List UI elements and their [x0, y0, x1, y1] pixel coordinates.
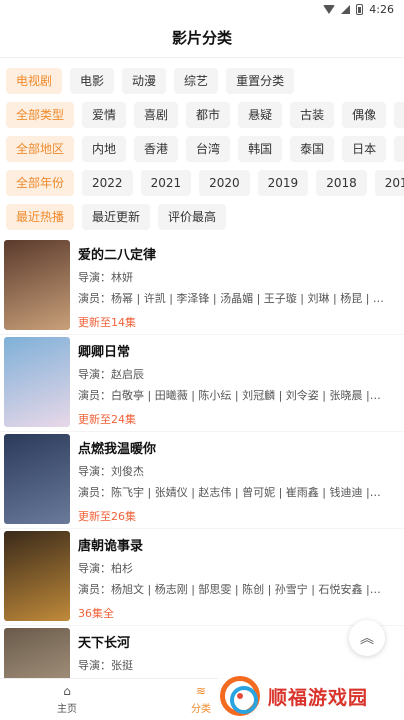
- filter-chip-year[interactable]: 2018: [316, 170, 367, 196]
- sort-filter-row: 最近热播 最近更新 评价最高: [0, 200, 404, 234]
- filter-chip-region[interactable]: 内地: [82, 136, 127, 162]
- cast-line: 演员：白敬亭 | 田曦薇 | 陈小纭 | 刘冠麟 | 刘令姿 | 张晓晨 | 昌…: [78, 389, 384, 402]
- tab-home-label: 主页: [57, 704, 77, 715]
- tab-home[interactable]: ⌂ 主页: [0, 679, 134, 720]
- filter-chip-all-years[interactable]: 全部年份: [6, 170, 75, 196]
- update-status: 更新至14集: [78, 316, 136, 329]
- filter-chip-genre[interactable]: 古装: [290, 102, 335, 128]
- filter-chip-region[interactable]: 泰国: [290, 136, 335, 162]
- filter-chip-year[interactable]: 2022: [82, 170, 133, 196]
- filter-chip-year[interactable]: 2019: [257, 170, 309, 196]
- filter-chip-year[interactable]: 2020: [199, 170, 250, 196]
- list-item[interactable]: 唐朝诡事录 导演：柏杉 演员：杨旭文 | 杨志刚 | 郜思雯 | 陈创 | 孙雪…: [0, 529, 404, 626]
- update-status: 36集全: [78, 607, 114, 620]
- filter-chip-genre[interactable]: 喜剧: [134, 102, 179, 128]
- movie-title: 唐朝诡事录: [78, 539, 144, 554]
- poster-image[interactable]: [4, 337, 70, 427]
- genre-filter-row: 全部类型 爱情 喜剧 都市 悬疑 古装 偶像 犯罪: [0, 98, 404, 132]
- reset-filter-button[interactable]: 重置分类: [226, 68, 295, 94]
- director-line: 导演：林妍: [78, 271, 133, 284]
- tab-category-label: 分类: [191, 704, 211, 715]
- type-filter-row: 电视剧 电影 动漫 综艺 重置分类: [0, 64, 404, 98]
- cast-line: 演员：杨旭文 | 杨志刚 | 郜思雯 | 陈创 | 孙雪宁 | 石悦安鑫 | 张…: [78, 583, 384, 596]
- filter-chip-all-regions[interactable]: 全部地区: [6, 136, 75, 162]
- sort-chip-recent-hot[interactable]: 最近热播: [6, 204, 75, 230]
- filter-chip-region[interactable]: 台湾: [186, 136, 231, 162]
- sort-chip-latest-update[interactable]: 最近更新: [82, 204, 151, 230]
- filter-chip-anime[interactable]: 动漫: [122, 68, 167, 94]
- movie-list: 爱的二八定律 导演：林妍 演员：杨幂 | 许凯 | 李泽锋 | 汤晶媚 | 王子…: [0, 238, 404, 720]
- filter-chip-variety[interactable]: 综艺: [174, 68, 219, 94]
- status-time: 4:26: [369, 2, 394, 16]
- double-chevron-up-icon: ︽: [360, 631, 374, 647]
- poster-image[interactable]: [4, 434, 70, 524]
- wifi-icon: [323, 4, 336, 14]
- filter-chip-genre[interactable]: 悬疑: [238, 102, 283, 128]
- list-item[interactable]: 爱的二八定律 导演：林妍 演员：杨幂 | 许凯 | 李泽锋 | 汤晶媚 | 王子…: [0, 238, 404, 335]
- filter-chip-all-genres[interactable]: 全部类型: [6, 102, 75, 128]
- filter-chip-genre[interactable]: 偶像: [342, 102, 387, 128]
- watermark-text: 顺福游戏园: [268, 686, 369, 709]
- filter-chip-region[interactable]: 韩国: [238, 136, 283, 162]
- watermark-logo-icon: [220, 676, 260, 716]
- list-item[interactable]: 点燃我温暖你 导演：刘俊杰 演员：陈飞宇 | 张婧仪 | 赵志伟 | 曾可妮 |…: [0, 432, 404, 529]
- movie-title: 爱的二八定律: [78, 248, 157, 263]
- update-status: 更新至24集: [78, 413, 136, 426]
- poster-image[interactable]: [4, 240, 70, 330]
- scroll-to-top-button[interactable]: ︽: [349, 620, 385, 656]
- director-line: 导演：张挺: [78, 659, 133, 672]
- watermark: 顺福游戏园: [218, 672, 404, 720]
- movie-title: 点燃我温暖你: [78, 442, 157, 457]
- filter-chip-tv[interactable]: 电视剧: [6, 68, 63, 94]
- sort-chip-top-rated[interactable]: 评价最高: [158, 204, 227, 230]
- battery-icon: [356, 3, 364, 15]
- filter-chip-region[interactable]: 美国: [394, 136, 404, 162]
- page-header: 影片分类: [0, 18, 404, 58]
- page-title: 影片分类: [171, 29, 232, 47]
- movie-title: 卿卿日常: [78, 345, 131, 360]
- filter-chip-movie[interactable]: 电影: [70, 68, 115, 94]
- filter-chip-genre[interactable]: 爱情: [82, 102, 127, 128]
- category-icon: ≋: [195, 684, 207, 698]
- update-status: 更新至26集: [78, 510, 136, 523]
- home-icon: ⌂: [63, 684, 71, 698]
- director-line: 导演：赵启辰: [78, 368, 144, 381]
- region-filter-row: 全部地区 内地 香港 台湾 韩国 泰国 日本 美国: [0, 132, 404, 166]
- director-line: 导演：柏杉: [78, 562, 133, 575]
- status-bar: 4:26: [0, 0, 404, 18]
- filter-panel: 电视剧 电影 动漫 综艺 重置分类 全部类型 爱情 喜剧 都市 悬疑 古装 偶像…: [0, 64, 404, 234]
- cast-line: 演员：杨幂 | 许凯 | 李泽锋 | 汤晶媚 | 王子璇 | 刘琳 | 杨昆 |…: [78, 292, 384, 305]
- year-filter-row: 全部年份 2022 2021 2020 2019 2018 2017: [0, 166, 404, 200]
- filter-chip-genre[interactable]: 都市: [186, 102, 231, 128]
- cast-line: 演员：陈飞宇 | 张婧仪 | 赵志伟 | 曾可妮 | 崔雨鑫 | 钱迪迪 | 姜…: [78, 486, 384, 499]
- filter-chip-region[interactable]: 日本: [342, 136, 387, 162]
- list-item[interactable]: 卿卿日常 导演：赵启辰 演员：白敬亭 | 田曦薇 | 陈小纭 | 刘冠麟 | 刘…: [0, 335, 404, 432]
- filter-chip-year[interactable]: 2021: [140, 170, 192, 196]
- signal-icon: [341, 4, 351, 14]
- filter-chip-genre[interactable]: 犯罪: [394, 102, 404, 128]
- director-line: 导演：刘俊杰: [78, 465, 144, 478]
- filter-chip-year[interactable]: 2017: [374, 170, 404, 196]
- filter-chip-region[interactable]: 香港: [134, 136, 179, 162]
- poster-image[interactable]: [4, 531, 70, 621]
